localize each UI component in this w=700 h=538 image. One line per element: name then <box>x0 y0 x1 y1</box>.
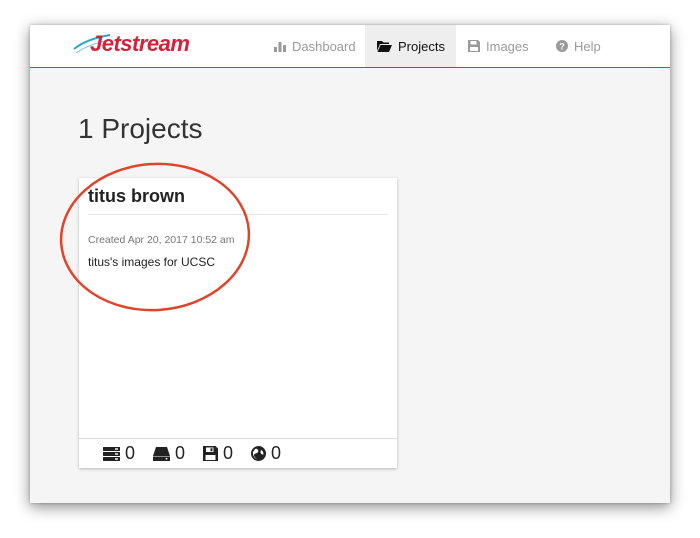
links-count-value: 0 <box>271 443 282 463</box>
nav-dashboard-label: Dashboard <box>292 38 356 54</box>
volumes-count: 0 <box>153 443 185 464</box>
images-count-value: 0 <box>223 443 234 463</box>
logo-text: Jetstream <box>90 31 190 56</box>
folder-open-icon <box>377 40 392 52</box>
nav-projects-label: Projects <box>398 38 445 54</box>
instances-count: 0 <box>103 443 135 464</box>
card-divider <box>88 214 388 215</box>
instances-count-value: 0 <box>125 443 136 463</box>
svg-text:?: ? <box>559 42 565 52</box>
server-stack-icon <box>103 446 120 461</box>
hard-drive-icon <box>153 446 171 461</box>
floppy-disk-icon <box>203 446 219 461</box>
nav-help-label: Help <box>574 38 601 54</box>
top-navbar: Jetstream Dashboard Projects Images ? He… <box>30 25 670 68</box>
nav-images[interactable]: Images <box>456 25 544 67</box>
app-window: Jetstream Dashboard Projects Images ? He… <box>30 25 670 503</box>
links-count: 0 <box>251 443 281 464</box>
nav-dashboard[interactable]: Dashboard <box>262 25 365 67</box>
project-description: titus's images for UCSC <box>88 255 215 269</box>
project-card[interactable]: titus brown Created Apr 20, 2017 10:52 a… <box>79 178 397 468</box>
globe-icon <box>251 446 267 461</box>
jetstream-logo[interactable]: Jetstream <box>72 27 192 63</box>
nav-projects[interactable]: Projects <box>365 25 456 67</box>
project-name[interactable]: titus brown <box>88 186 185 207</box>
images-count: 0 <box>203 443 233 464</box>
question-circle-icon: ? <box>556 40 568 52</box>
floppy-disk-icon <box>468 40 480 52</box>
project-resource-counts: 0 0 0 0 <box>79 438 397 468</box>
nav-help[interactable]: ? Help <box>544 25 614 67</box>
project-created-date: Created Apr 20, 2017 10:52 am <box>88 234 235 246</box>
page-title: 1 Projects <box>78 113 203 144</box>
main-nav: Dashboard Projects Images ? Help <box>262 25 614 67</box>
volumes-count-value: 0 <box>175 443 186 463</box>
nav-images-label: Images <box>486 38 529 54</box>
bar-chart-icon <box>274 41 286 52</box>
